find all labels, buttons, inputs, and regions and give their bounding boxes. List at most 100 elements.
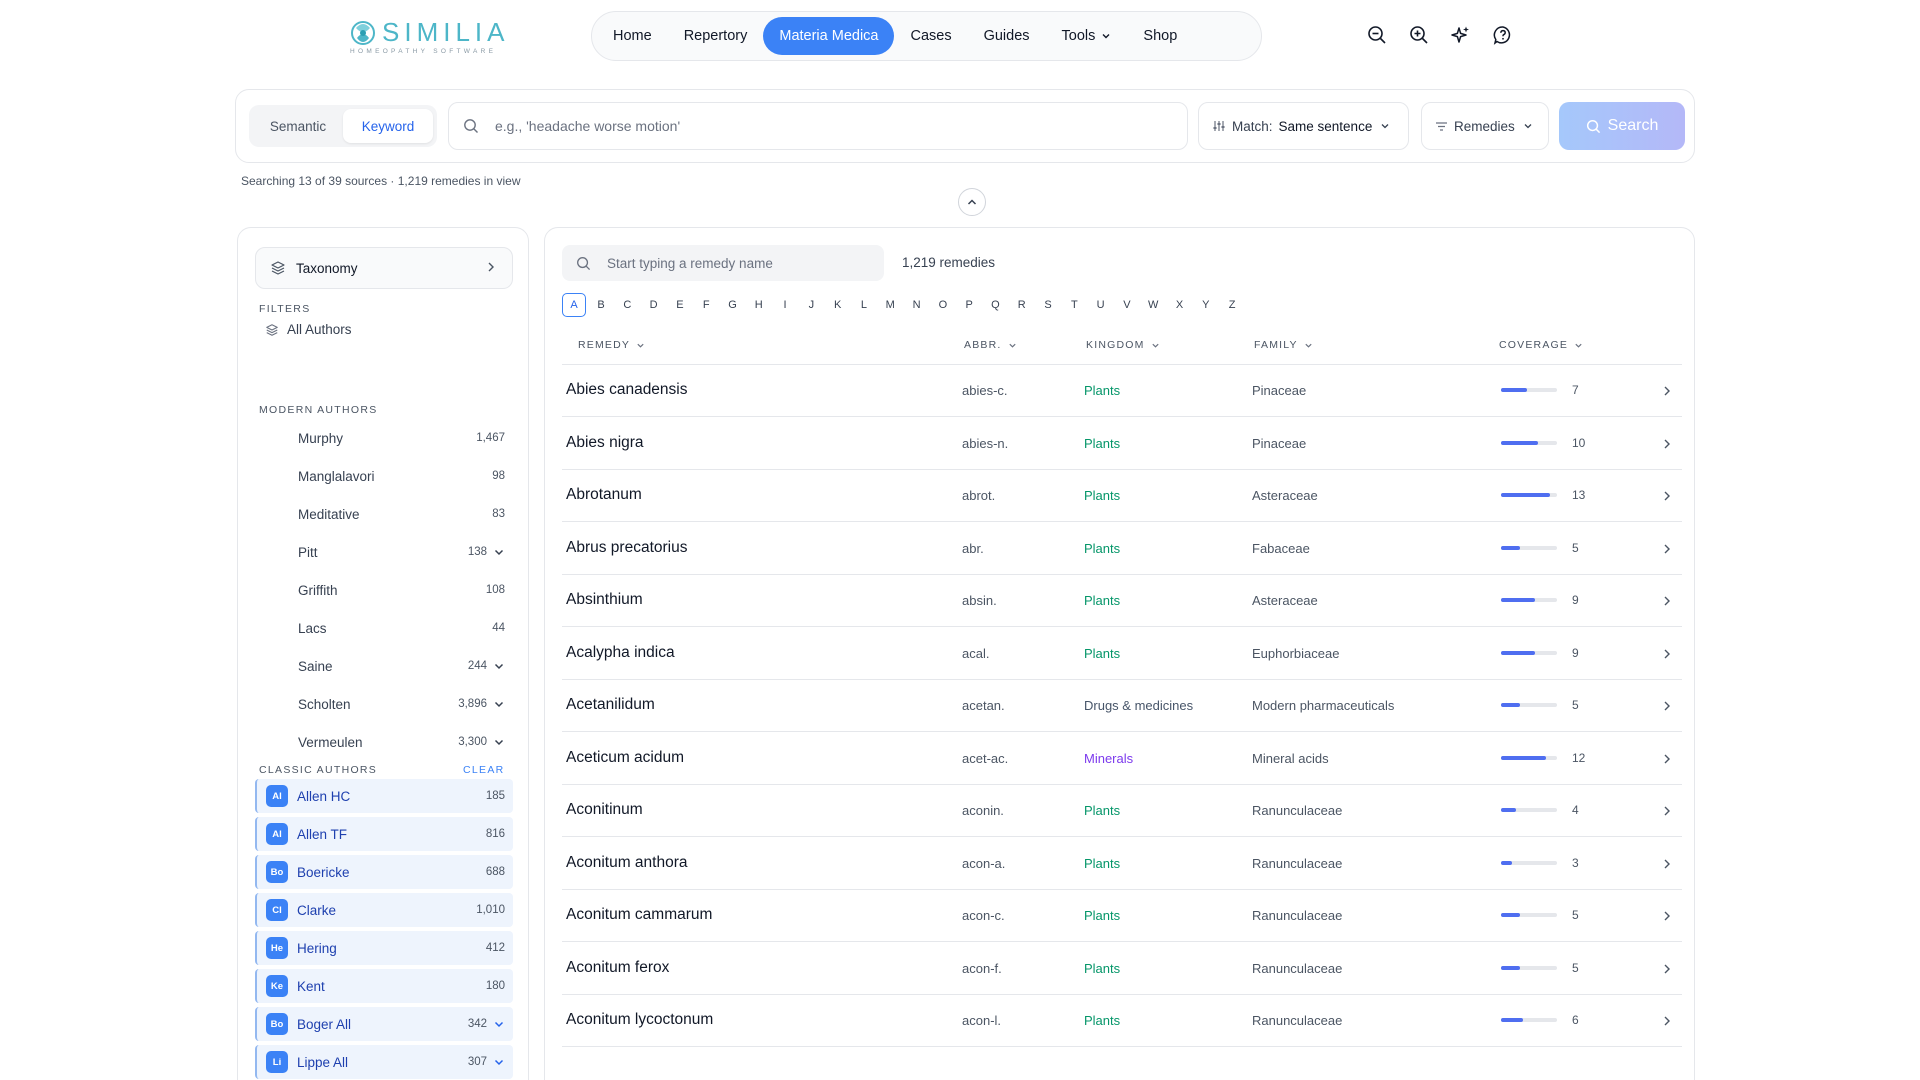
remedy-kingdom[interactable]: Plants bbox=[1084, 541, 1120, 556]
table-row[interactable]: Aconitinum aconin. Plants Ranunculaceae 4 bbox=[562, 785, 1682, 837]
remedy-kingdom[interactable]: Plants bbox=[1084, 383, 1120, 398]
author-row[interactable]: Griffith 108 bbox=[255, 573, 513, 607]
remedy-kingdom[interactable]: Plants bbox=[1084, 856, 1120, 871]
remedy-kingdom[interactable]: Plants bbox=[1084, 488, 1120, 503]
col-abbr-header[interactable]: ABBR. bbox=[964, 339, 1017, 351]
letter-g[interactable]: G bbox=[719, 293, 745, 317]
chevron-down-icon[interactable] bbox=[493, 1056, 505, 1068]
letter-l[interactable]: L bbox=[851, 293, 877, 317]
author-row-selected[interactable]: Li Lippe All 307 bbox=[255, 1045, 513, 1079]
letter-j[interactable]: J bbox=[798, 293, 824, 317]
remedy-kingdom[interactable]: Drugs & medicines bbox=[1084, 698, 1193, 713]
letter-w[interactable]: W bbox=[1140, 293, 1166, 317]
col-kingdom-header[interactable]: KINGDOM bbox=[1086, 339, 1160, 351]
letter-o[interactable]: O bbox=[930, 293, 956, 317]
letter-f[interactable]: F bbox=[693, 293, 719, 317]
chevron-right-icon[interactable] bbox=[1660, 909, 1674, 923]
remedy-kingdom[interactable]: Minerals bbox=[1084, 751, 1133, 766]
author-row-selected[interactable]: He Hering 412 bbox=[255, 931, 513, 965]
chevron-right-icon[interactable] bbox=[1660, 594, 1674, 608]
remedy-kingdom[interactable]: Plants bbox=[1084, 646, 1120, 661]
nav-cases[interactable]: Cases bbox=[894, 17, 967, 55]
chevron-right-icon[interactable] bbox=[1660, 752, 1674, 766]
letter-p[interactable]: P bbox=[956, 293, 982, 317]
letter-b[interactable]: B bbox=[588, 293, 614, 317]
mode-keyword-button[interactable]: Keyword bbox=[343, 109, 433, 143]
collapse-search-button[interactable] bbox=[958, 188, 986, 216]
similia-logo[interactable]: SIMILIA HOMEOPATHY SOFTWARE bbox=[348, 14, 504, 58]
letter-r[interactable]: R bbox=[1009, 293, 1035, 317]
chevron-right-icon[interactable] bbox=[1660, 1014, 1674, 1028]
chevron-right-icon[interactable] bbox=[1660, 857, 1674, 871]
author-row-selected[interactable]: Cl Clarke 1,010 bbox=[255, 893, 513, 927]
chevron-right-icon[interactable] bbox=[1660, 489, 1674, 503]
remedy-kingdom[interactable]: Plants bbox=[1084, 593, 1120, 608]
author-row[interactable]: Saine 244 bbox=[255, 649, 513, 683]
remedy-kingdom[interactable]: Plants bbox=[1084, 961, 1120, 976]
chevron-down-icon[interactable] bbox=[493, 736, 505, 748]
table-row[interactable]: Abrotanum abrot. Plants Asteraceae 13 bbox=[562, 470, 1682, 522]
table-row[interactable]: Aconitum anthora acon-a. Plants Ranunculace… bbox=[562, 838, 1682, 890]
all-authors-filter[interactable]: All Authors bbox=[265, 322, 352, 337]
nav-tools[interactable]: Tools bbox=[1046, 17, 1128, 55]
help-icon[interactable] bbox=[1492, 24, 1514, 46]
nav-repertory[interactable]: Repertory bbox=[668, 17, 764, 55]
chevron-right-icon[interactable] bbox=[1660, 384, 1674, 398]
table-row[interactable]: Abies nigra abies-n. Plants Pinaceae 10 bbox=[562, 418, 1682, 470]
letter-k[interactable]: K bbox=[825, 293, 851, 317]
author-row[interactable]: Meditative 83 bbox=[255, 497, 513, 531]
remedy-kingdom[interactable]: Plants bbox=[1084, 803, 1120, 818]
remedy-name-input[interactable] bbox=[607, 255, 867, 271]
table-row[interactable]: Abies canadensis abies-c. Plants Pinaceae 7 bbox=[562, 365, 1682, 417]
zoom-in-icon[interactable] bbox=[1408, 24, 1430, 46]
letter-v[interactable]: V bbox=[1114, 293, 1140, 317]
table-row[interactable]: Acetanilidum acetan. Drugs & medicines Mode… bbox=[562, 680, 1682, 732]
author-row[interactable]: Vermeulen 3,300 bbox=[255, 725, 513, 759]
chevron-right-icon[interactable] bbox=[1660, 804, 1674, 818]
table-row[interactable]: Acalypha indica acal. Plants Euphorbiaceae 9 bbox=[562, 628, 1682, 680]
letter-e[interactable]: E bbox=[667, 293, 693, 317]
nav-shop[interactable]: Shop bbox=[1127, 17, 1193, 55]
query-input[interactable] bbox=[495, 118, 1095, 134]
clear-button[interactable]: CLEAR bbox=[463, 764, 505, 776]
remedy-kingdom[interactable]: Plants bbox=[1084, 1013, 1120, 1028]
nav-home[interactable]: Home bbox=[597, 17, 668, 55]
table-row[interactable]: Absinthium absin. Plants Asteraceae 9 bbox=[562, 575, 1682, 627]
author-row-selected[interactable]: Ke Kent 180 bbox=[255, 969, 513, 1003]
remedies-filter-dropdown[interactable]: Remedies bbox=[1421, 102, 1549, 150]
letter-i[interactable]: I bbox=[772, 293, 798, 317]
chevron-right-icon[interactable] bbox=[1660, 699, 1674, 713]
letter-q[interactable]: Q bbox=[982, 293, 1008, 317]
author-row-selected[interactable]: Bo Boger All 342 bbox=[255, 1007, 513, 1041]
search-button[interactable]: Search bbox=[1559, 102, 1685, 150]
author-row[interactable]: Lacs 44 bbox=[255, 611, 513, 645]
match-dropdown[interactable]: Match: Same sentence bbox=[1198, 102, 1409, 150]
table-row[interactable]: Abrus precatorius abr. Plants Fabaceae 5 bbox=[562, 523, 1682, 575]
letter-m[interactable]: M bbox=[877, 293, 903, 317]
remedy-kingdom[interactable]: Plants bbox=[1084, 436, 1120, 451]
col-remedy-header[interactable]: REMEDY bbox=[578, 339, 645, 351]
taxonomy-button[interactable]: Taxonomy bbox=[255, 247, 513, 289]
chevron-down-icon[interactable] bbox=[493, 698, 505, 710]
author-row[interactable]: Scholten 3,896 bbox=[255, 687, 513, 721]
author-row[interactable]: Manglalavori 98 bbox=[255, 459, 513, 493]
chevron-right-icon[interactable] bbox=[1660, 962, 1674, 976]
author-row[interactable]: Pitt 138 bbox=[255, 535, 513, 569]
letter-a[interactable]: A bbox=[562, 293, 586, 317]
letter-z[interactable]: Z bbox=[1219, 293, 1245, 317]
letter-n[interactable]: N bbox=[904, 293, 930, 317]
letter-c[interactable]: C bbox=[614, 293, 640, 317]
chevron-down-icon[interactable] bbox=[493, 1018, 505, 1030]
table-row[interactable]: Aconitum lycoctonum acon-l. Plants Ranuncul… bbox=[562, 995, 1682, 1047]
table-row[interactable]: Aconitum cammarum acon-c. Plants Ranunculac… bbox=[562, 890, 1682, 942]
author-row-selected[interactable]: Bo Boericke 688 bbox=[255, 855, 513, 889]
chevron-down-icon[interactable] bbox=[493, 546, 505, 558]
author-row-selected[interactable]: Al Allen HC 185 bbox=[255, 779, 513, 813]
table-row[interactable]: Aconitum ferox acon-f. Plants Ranunculaceae… bbox=[562, 943, 1682, 995]
chevron-right-icon[interactable] bbox=[1660, 647, 1674, 661]
mode-semantic-button[interactable]: Semantic bbox=[253, 109, 343, 143]
chevron-right-icon[interactable] bbox=[1660, 542, 1674, 556]
nav-materia-medica[interactable]: Materia Medica bbox=[763, 17, 895, 55]
letter-s[interactable]: S bbox=[1035, 293, 1061, 317]
table-row[interactable]: Aceticum acidum acet-ac. Minerals Mineral a… bbox=[562, 733, 1682, 785]
